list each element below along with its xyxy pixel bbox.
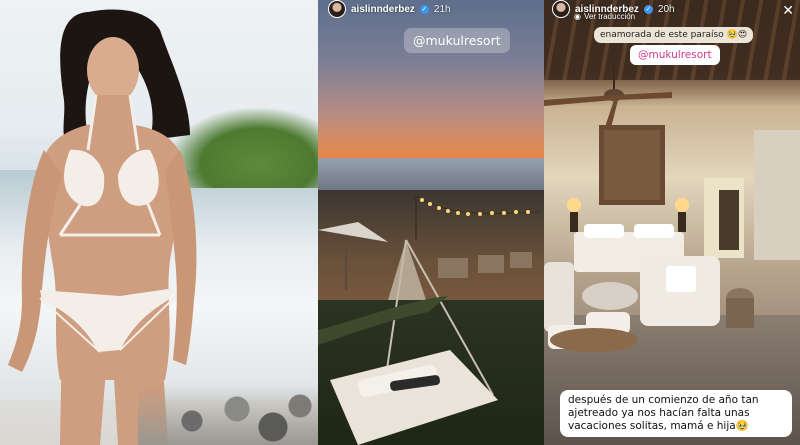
story-caption-bottom: después de un comienzo de año tan ajetre… bbox=[560, 390, 792, 437]
avatar[interactable] bbox=[328, 0, 346, 18]
avatar[interactable] bbox=[552, 0, 570, 18]
woman-figure bbox=[8, 9, 197, 445]
translate-link[interactable]: ◉ Ver traducción bbox=[574, 12, 635, 21]
story-caption-top: enamorada de este paraíso 🥹😍 bbox=[594, 27, 754, 43]
story-collage: aislinnderbez ✓ 21h aislinnderbez ✓ 20h … bbox=[0, 0, 800, 445]
globe-icon: ◉ bbox=[574, 12, 581, 21]
close-icon[interactable]: ✕ bbox=[782, 2, 794, 19]
verified-badge-icon: ✓ bbox=[643, 4, 653, 14]
sunset-story-panel[interactable]: aislinnderbez ✓ 21h bbox=[318, 0, 544, 445]
room-story-panel[interactable]: aislinnderbez ✓ 20h ◉ Ver traducción ✕ bbox=[544, 0, 800, 445]
verified-badge-icon: ✓ bbox=[419, 4, 429, 14]
story-header: aislinnderbez ✓ 21h bbox=[328, 0, 451, 18]
beach-photo-panel bbox=[0, 0, 318, 445]
translate-label: Ver traducción bbox=[583, 12, 636, 21]
username[interactable]: aislinnderbez bbox=[351, 4, 415, 15]
sunset-scene bbox=[318, 195, 539, 445]
beach-rocks bbox=[138, 385, 318, 445]
post-time: 21h bbox=[433, 3, 451, 15]
room-scene bbox=[544, 60, 800, 352]
mention-tag[interactable]: @mukulresort bbox=[630, 45, 720, 65]
post-time: 20h bbox=[657, 3, 675, 15]
mention-tag[interactable]: @mukulresort bbox=[404, 28, 510, 53]
